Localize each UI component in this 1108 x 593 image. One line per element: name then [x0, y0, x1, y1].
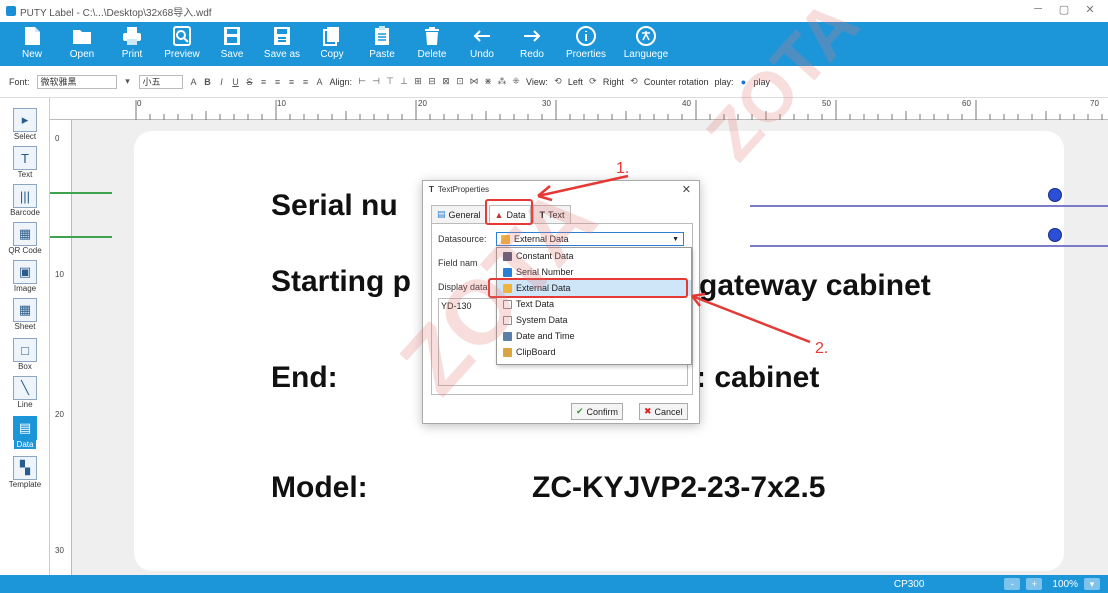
annotation-arrows: [537, 174, 811, 344]
app-window: PUTY Label - C:\...\Desktop\32x68导入.wdf …: [0, 0, 1108, 593]
annotation-arrow-2: [691, 294, 811, 344]
annotation-arrow-1: [537, 174, 629, 198]
